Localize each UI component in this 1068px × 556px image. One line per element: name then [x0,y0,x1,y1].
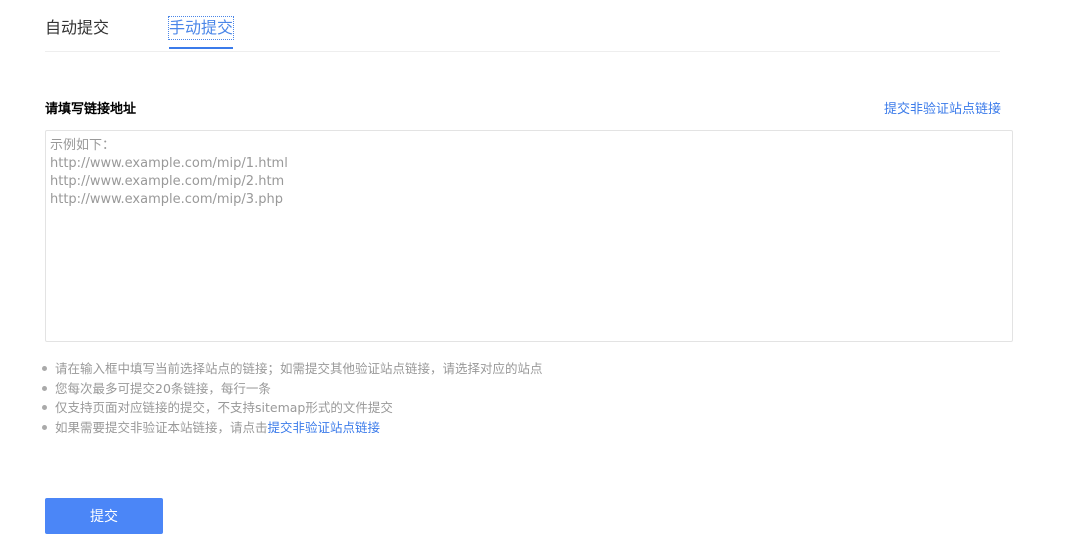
tip-text: 请在输入框中填写当前选择站点的链接；如需提交其他验证站点链接，请选择对应的站点 [55,361,543,376]
url-textarea[interactable] [45,130,1013,342]
tip-text: 如果需要提交非验证本站链接，请点击 [55,419,268,435]
tip-text: 您每次最多可提交20条链接，每行一条 [55,380,271,396]
link-input-title: 请填写链接地址 [45,102,137,117]
bullet-icon [42,424,47,430]
tip-unverified-link[interactable]: 提交非验证站点链接 [268,420,381,435]
tab-bar: 自动提交 手动提交 [45,0,1000,52]
active-tab-indicator [169,47,233,49]
tips-list: 请在输入框中填写当前选择站点的链接；如需提交其他验证站点链接，请选择对应的站点 … [42,359,543,437]
submit-button[interactable]: 提交 [45,498,163,534]
tip-item: 您每次最多可提交20条链接，每行一条 [42,379,543,399]
bullet-icon [42,366,47,371]
tip-item: 请在输入框中填写当前选择站点的链接；如需提交其他验证站点链接，请选择对应的站点 [42,359,543,379]
tip-item: 如果需要提交非验证本站链接，请点击提交非验证站点链接 [42,418,543,438]
bullet-icon [42,405,47,410]
tab-auto-submit[interactable]: 自动提交 [45,17,109,39]
submit-unverified-link[interactable]: 提交非验证站点链接 [884,98,1001,117]
bullet-icon [42,385,47,391]
tip-text: 仅支持页面对应链接的提交，不支持sitemap形式的文件提交 [55,400,393,415]
tip-item: 仅支持页面对应链接的提交，不支持sitemap形式的文件提交 [42,398,543,418]
tab-manual-submit[interactable]: 手动提交 [167,16,235,40]
